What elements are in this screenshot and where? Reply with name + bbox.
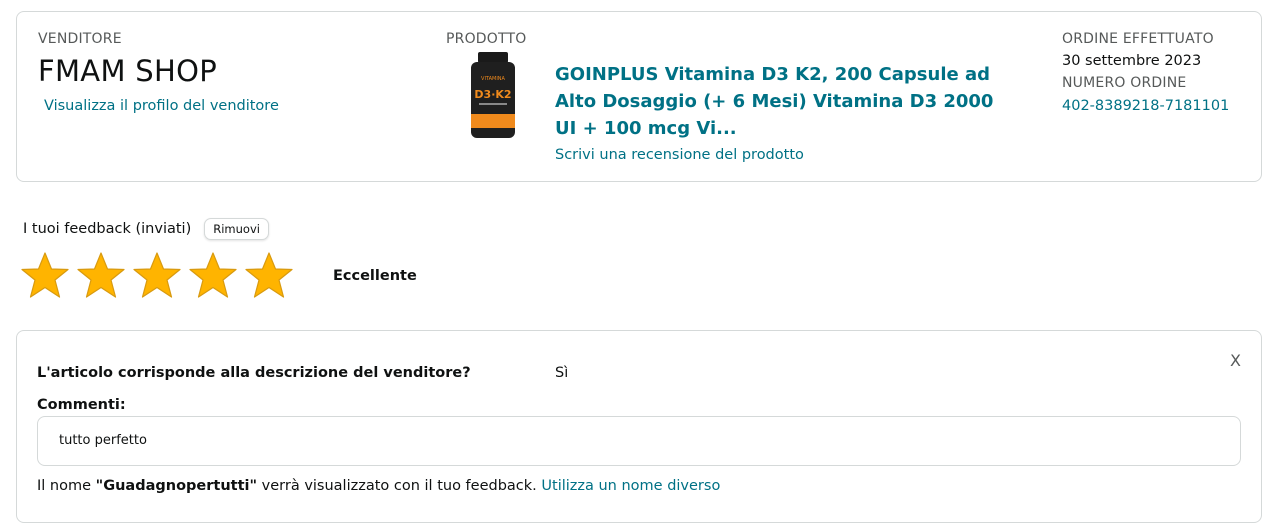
description-question: L'articolo corrisponde alla descrizione …	[37, 365, 471, 381]
name-suffix: verrà visualizzato con il tuo feedback.	[257, 478, 537, 494]
feedback-details-card: X L'articolo corrisponde alla descrizion…	[16, 330, 1262, 523]
order-number-link[interactable]: 402-8389218-7181101	[1062, 98, 1229, 114]
seller-profile-link[interactable]: Visualizza il profilo del venditore	[44, 98, 279, 114]
use-different-name-link[interactable]: Utilizza un nome diverso	[541, 478, 720, 494]
order-number-label: NUMERO ORDINE	[1062, 75, 1187, 91]
close-icon[interactable]: X	[1230, 351, 1241, 370]
comments-label: Commenti:	[37, 397, 126, 413]
seller-name: FMAM SHOP	[38, 54, 218, 88]
feedback-label: I tuoi feedback (inviati)	[23, 221, 192, 237]
star-icon[interactable]	[131, 250, 183, 302]
comment-field[interactable]: tutto perfetto	[37, 416, 1241, 466]
description-answer: Sì	[555, 365, 569, 381]
product-image-text-main: D3·K2	[474, 88, 511, 101]
order-date-label: ORDINE EFFETTUATO	[1062, 31, 1214, 47]
order-date: 30 settembre 2023	[1062, 53, 1202, 69]
product-label: PRODOTTO	[446, 31, 527, 47]
name-prefix: Il nome	[37, 478, 96, 494]
product-image-text-top: VITAMINA	[481, 76, 506, 82]
display-name: "Guadagnopertutti"	[95, 478, 258, 494]
star-icon[interactable]	[19, 250, 71, 302]
star-rating[interactable]	[19, 250, 299, 302]
product-image[interactable]: VITAMINA D3·K2	[468, 52, 518, 140]
product-title-link[interactable]: GOINPLUS Vitamina D3 K2, 200 Capsule ad …	[555, 61, 1005, 142]
star-icon[interactable]	[75, 250, 127, 302]
seller-label: VENDITORE	[38, 31, 122, 47]
write-review-link[interactable]: Scrivi una recensione del prodotto	[555, 147, 804, 163]
order-info-card: VENDITORE FMAM SHOP Visualizza il profil…	[16, 11, 1262, 182]
remove-feedback-button[interactable]: Rimuovi	[204, 218, 269, 240]
display-name-line: Il nome "Guadagnopertutti" verrà visuali…	[37, 478, 720, 494]
feedback-header: I tuoi feedback (inviati) Rimuovi	[23, 216, 269, 242]
star-icon[interactable]	[187, 250, 239, 302]
comment-text: tutto perfetto	[59, 433, 147, 448]
rating-word: Eccellente	[333, 268, 417, 284]
star-icon[interactable]	[243, 250, 295, 302]
